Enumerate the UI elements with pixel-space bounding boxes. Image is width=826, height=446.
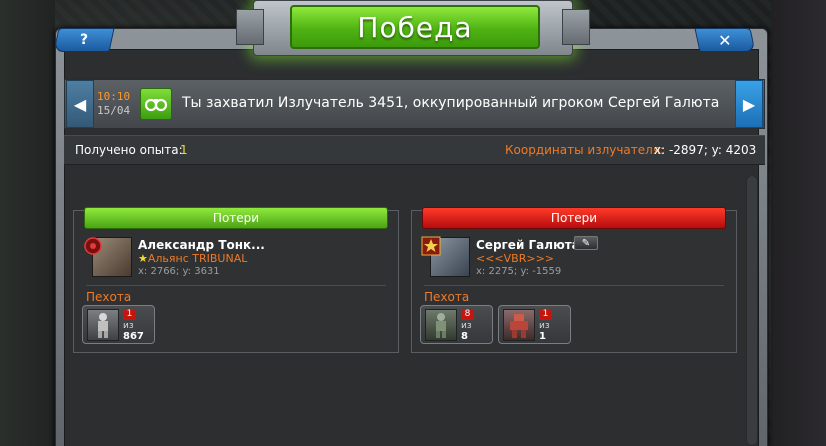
- attacker-coordinates[interactable]: x: 2766; y: 3631: [138, 266, 220, 277]
- page-title: Победа: [290, 5, 540, 49]
- biohazard-rank-icon: [82, 235, 104, 257]
- alliance-star-icon: ★: [138, 252, 148, 265]
- message-time: 10:10: [97, 90, 131, 103]
- defender-panel: Потери Сергей Галюта ✎ <<<VBR>>> x: 2275…: [411, 207, 737, 353]
- edit-pencil-icon[interactable]: ✎: [574, 236, 598, 250]
- attacker-alliance-name: Альянс TRIBUNAL: [147, 252, 248, 265]
- defender-player: Сергей Галюта ✎ <<<VBR>>> x: 2275; y: -1…: [420, 235, 720, 279]
- arrow-right-icon: ▶: [742, 94, 756, 114]
- unit-of-label: из: [461, 321, 472, 331]
- defender-coordinates[interactable]: x: 2275; y: -1559: [476, 266, 561, 277]
- unit-of-label: из: [539, 321, 550, 331]
- unit-loss-count: 1: [539, 309, 552, 320]
- soldier-unit-icon: [425, 309, 457, 341]
- capture-handcuffs-icon: [140, 88, 172, 120]
- help-label: ?: [79, 32, 89, 48]
- help-button[interactable]: ?: [53, 28, 115, 52]
- defender-name[interactable]: Сергей Галюта: [476, 238, 580, 252]
- divider: [424, 285, 724, 286]
- mech-unit-icon: [503, 309, 535, 341]
- unit-of-label: из: [123, 321, 134, 331]
- attacker-panel: Потери Александр Тонк... ★Альянс TRIBUNA…: [73, 207, 399, 353]
- divider: [86, 285, 386, 286]
- emitter-coordinates-value[interactable]: x: -2897; y: 4203: [654, 143, 756, 157]
- soldier-unit-icon: [87, 309, 119, 341]
- experience-value: 1: [180, 143, 188, 157]
- unit-card[interactable]: 8 из 8: [420, 305, 493, 344]
- infantry-section-label: Пехота: [86, 290, 132, 304]
- close-icon: ✕: [718, 30, 732, 50]
- unit-total-count: 1: [539, 331, 546, 342]
- unit-total-count: 8: [461, 331, 468, 342]
- next-message-button[interactable]: ▶: [735, 80, 763, 128]
- unit-card[interactable]: 1 из 867: [82, 305, 155, 344]
- star-rank-icon: [420, 235, 442, 257]
- message-timestamp: 10:10 15/04: [97, 90, 135, 118]
- message-date: 15/04: [97, 104, 131, 117]
- infantry-section-label: Пехота: [424, 290, 470, 304]
- title-plaque: Победа: [236, 0, 590, 56]
- unit-card[interactable]: 1 из 1: [498, 305, 571, 344]
- arrow-left-icon: ◀: [73, 94, 87, 114]
- emitter-coordinates-label: Координаты излучателя:: [505, 143, 665, 157]
- message-banner: ◀ 10:10 15/04 Ты захватил Излучатель 345…: [64, 79, 765, 129]
- previous-message-button[interactable]: ◀: [66, 80, 94, 128]
- result-info-row: Получено опыта: 1 Координаты излучателя:…: [64, 135, 765, 165]
- unit-total-count: 867: [123, 331, 144, 342]
- attacker-losses-header: Потери: [84, 207, 388, 229]
- attacker-player: Александр Тонк... ★Альянс TRIBUNAL x: 27…: [82, 235, 382, 279]
- unit-loss-count: 8: [461, 309, 474, 320]
- message-text: Ты захватил Излучатель 3451, оккупирован…: [182, 95, 720, 111]
- defender-losses-header: Потери: [422, 207, 726, 229]
- attacker-alliance[interactable]: ★Альянс TRIBUNAL: [138, 252, 247, 265]
- defender-alliance[interactable]: <<<VBR>>>: [476, 252, 554, 265]
- experience-label: Получено опыта:: [75, 143, 183, 157]
- attacker-name[interactable]: Александр Тонк...: [138, 238, 265, 252]
- unit-loss-count: 1: [123, 309, 136, 320]
- close-button[interactable]: ✕: [694, 28, 756, 52]
- scrollbar[interactable]: [746, 175, 758, 446]
